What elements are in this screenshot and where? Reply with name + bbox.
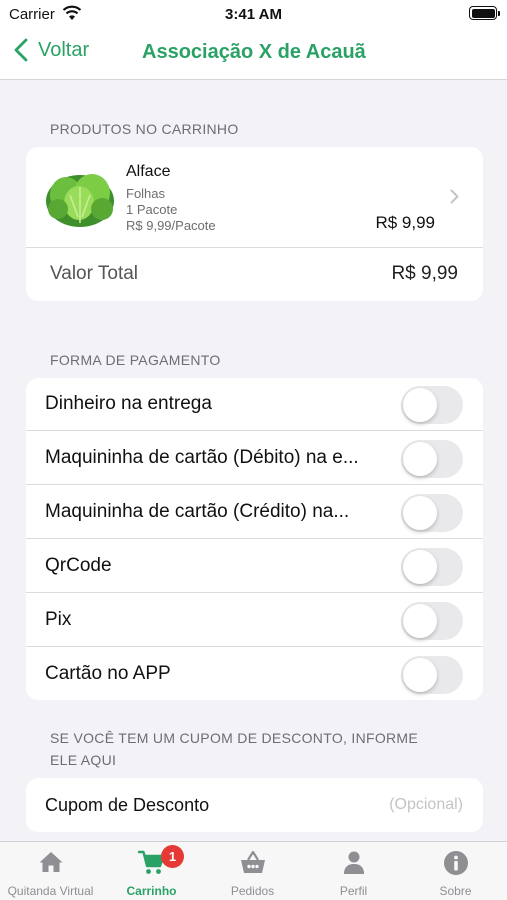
- product-quantity: 1 Pacote: [126, 202, 178, 217]
- payment-option-row[interactable]: Maquininha de cartão (Crédito) na...: [26, 486, 483, 539]
- payment-toggle-qrcode[interactable]: [401, 548, 463, 586]
- cart-card: Alface Folhas 1 Pacote R$ 9,99/Pacote R$…: [26, 147, 483, 301]
- payment-toggle-debito[interactable]: [401, 440, 463, 478]
- payment-option-label: Cartão no APP: [45, 663, 171, 684]
- payment-option-label: Pix: [45, 609, 72, 630]
- cart-count-badge: 1: [161, 845, 184, 868]
- tab-label: Quitanda Virtual: [7, 884, 94, 898]
- payment-option-row[interactable]: Cartão no APP: [26, 648, 483, 700]
- payment-option-label: QrCode: [45, 555, 112, 576]
- tab-label: Pedidos: [230, 884, 275, 898]
- tab-label: Perfil: [339, 884, 368, 898]
- info-icon: [443, 851, 468, 875]
- payment-option-row[interactable]: QrCode: [26, 540, 483, 593]
- product-category: Folhas: [126, 186, 166, 201]
- payment-section-label: FORMA DE PAGAMENTO: [50, 352, 221, 368]
- tab-quitanda-virtual[interactable]: Quitanda Virtual: [0, 842, 101, 900]
- home-icon: [39, 852, 62, 872]
- lettuce-image: [46, 174, 114, 227]
- cart-section-label: PRODUTOS NO CARRINHO: [50, 121, 239, 137]
- payment-toggle-dinheiro[interactable]: [401, 386, 463, 424]
- person-icon: [343, 851, 364, 874]
- payment-option-row[interactable]: Pix: [26, 594, 483, 647]
- tab-pedidos[interactable]: Pedidos: [202, 842, 303, 900]
- coupon-label: Cupom de Desconto: [45, 795, 210, 815]
- coupon-section-label: SE VOCÊ TEM UM CUPOM DE DESCONTO, INFORM…: [50, 730, 419, 746]
- total-label: Valor Total: [50, 263, 139, 284]
- chevron-left-icon: [14, 38, 28, 62]
- product-name: Alface: [126, 163, 171, 180]
- payment-toggle-credito[interactable]: [401, 494, 463, 532]
- payment-option-row[interactable]: Dinheiro na entrega: [26, 378, 483, 431]
- tab-sobre[interactable]: Sobre: [404, 842, 507, 900]
- product-unit-price: R$ 9,99/Pacote: [126, 218, 216, 233]
- back-label: Voltar: [38, 38, 90, 61]
- navigation-bar: Voltar Associação X de Acauã: [0, 28, 507, 80]
- product-price: R$ 9,99: [375, 213, 435, 232]
- tab-label: Carrinho: [126, 884, 177, 898]
- basket-icon: [240, 850, 265, 873]
- tab-bar: Quitanda Virtual Carrinho Pedidos Perfil…: [0, 841, 507, 900]
- clock: 3:41 AM: [225, 6, 282, 23]
- payment-option-label: Maquininha de cartão (Crédito) na...: [45, 501, 350, 522]
- payment-option-row[interactable]: Maquininha de cartão (Débito) na e...: [26, 432, 483, 485]
- battery-icon: [469, 6, 500, 20]
- payment-option-label: Dinheiro na entrega: [45, 393, 212, 414]
- tab-perfil[interactable]: Perfil: [303, 842, 404, 900]
- back-button[interactable]: Voltar: [14, 38, 89, 62]
- status-bar: Carrier 3:41 AM: [0, 0, 507, 28]
- total-row: Valor Total R$ 9,99: [26, 248, 483, 301]
- page-title: Associação X de Acauã: [142, 41, 366, 63]
- tab-carrinho[interactable]: Carrinho: [101, 842, 202, 900]
- coupon-card: Cupom de Desconto: [26, 778, 483, 832]
- total-value: R$ 9,99: [391, 263, 458, 284]
- cart-product-row[interactable]: Alface Folhas 1 Pacote R$ 9,99/Pacote R$…: [26, 147, 483, 247]
- payment-option-label: Maquininha de cartão (Débito) na e...: [45, 447, 359, 468]
- tab-label: Sobre: [439, 884, 472, 898]
- payment-toggle-pix[interactable]: [401, 602, 463, 640]
- chevron-right-icon: [450, 189, 459, 204]
- coupon-section-label-line2: ELE AQUI: [50, 752, 117, 768]
- payment-card: Dinheiro na entrega Maquininha de cartão…: [26, 378, 483, 700]
- coupon-input[interactable]: [233, 792, 463, 818]
- payment-toggle-cartao-app[interactable]: [401, 656, 463, 694]
